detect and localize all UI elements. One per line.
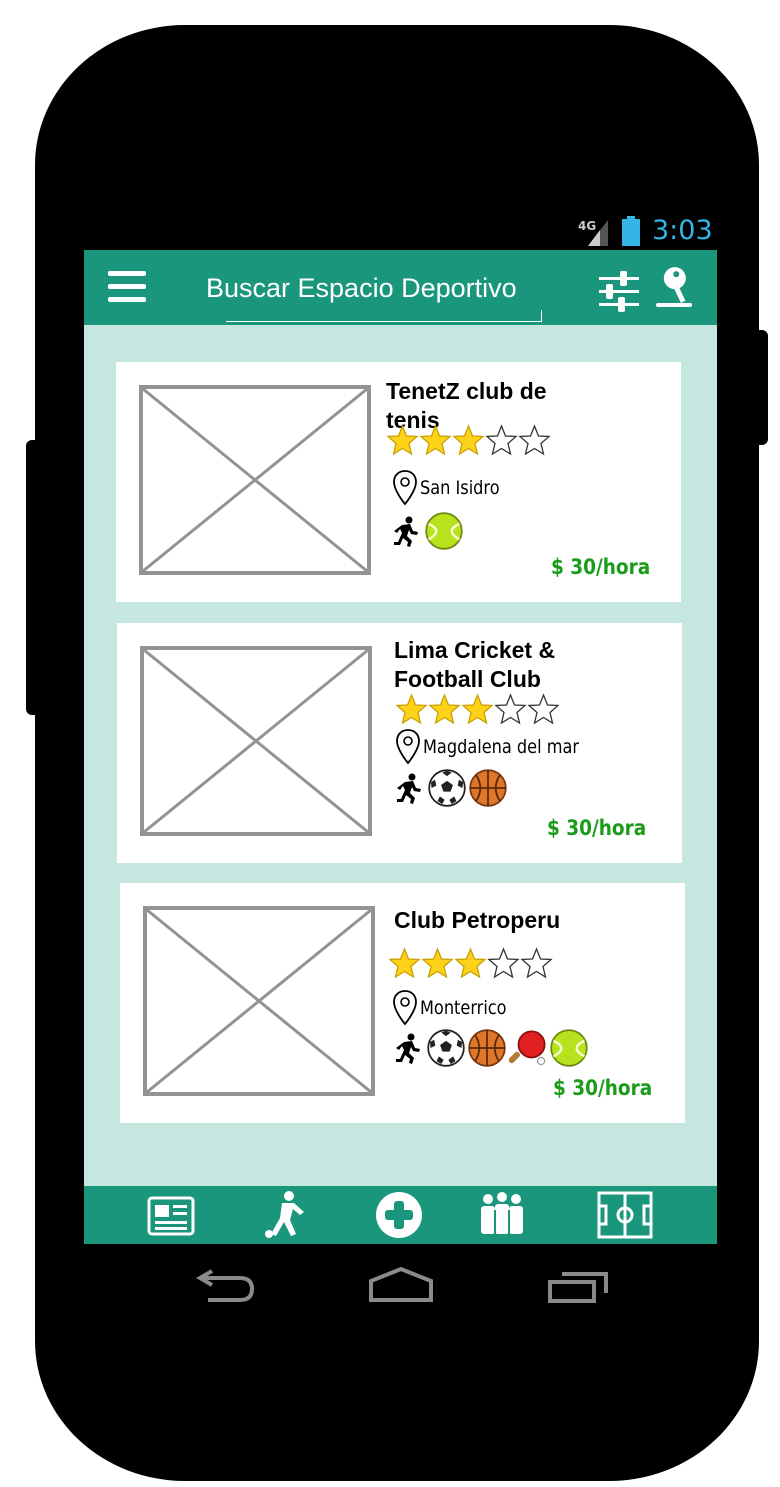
svg-text:4G: 4G [578,219,596,233]
status-time: 3:03 [652,215,713,246]
star-empty-icon [494,693,527,725]
location-pin-icon [393,470,417,506]
venue-image-placeholder [143,906,375,1096]
back-icon[interactable] [196,1269,255,1302]
venue-price: $ 30/hora [551,555,651,579]
venue-card[interactable]: TenetZ club de tenis San Isidro $ 30/hora [116,362,681,602]
basketball-icon [469,769,507,807]
running-icon [397,773,421,804]
location-pin-icon [393,990,417,1026]
location-label: Monterrico [420,997,507,1019]
location-label: Magdalena del mar [423,736,580,758]
venue-card[interactable]: Club Petroperu Monterrico $ 30/hora [120,883,685,1123]
venue-location: Monterrico [392,989,522,1027]
venue-card[interactable]: Lima Cricket & Football Club Magdalena de… [117,623,682,863]
page-title: Buscar Espacio Deportivo [206,273,517,303]
app-screen: Buscar Espacio Deportivo TenetZ club de … [84,250,717,1244]
star-filled-icon [454,947,487,979]
rating-stars [386,424,551,458]
star-filled-icon [421,947,454,979]
system-nav [196,1266,608,1303]
player-icon[interactable] [260,1190,310,1240]
star-filled-icon [388,947,421,979]
home-icon[interactable] [369,1266,433,1302]
team-icon[interactable] [477,1190,527,1240]
field-icon[interactable] [596,1190,654,1240]
sports-list [393,769,507,807]
star-empty-icon [487,947,520,979]
tennis-ball-icon [550,1029,588,1067]
app-bar: Buscar Espacio Deportivo [84,250,717,325]
star-filled-icon [395,693,428,725]
venue-name: Lima Cricket & Football Club [394,637,556,692]
sports-list [390,512,463,550]
running-icon [394,516,418,547]
soccer-ball-icon [427,1029,465,1067]
title-underline [226,310,542,322]
venue-location: San Isidro [392,469,514,507]
basketball-icon [468,1029,506,1067]
venue-location: Magdalena del mar [395,728,607,766]
location-pin-icon [396,729,420,765]
news-icon[interactable] [146,1190,196,1240]
venue-image-placeholder [140,646,372,836]
volume-button [26,440,40,715]
star-filled-icon [428,693,461,725]
venue-price: $ 30/hora [553,1076,653,1100]
star-filled-icon [419,424,452,456]
running-icon [396,1033,420,1064]
star-filled-icon [452,424,485,456]
star-empty-icon [518,424,551,456]
signal-4g-icon: 4G [578,219,608,246]
venue-name: Club Petroperu [394,907,561,933]
star-filled-icon [461,693,494,725]
filter-sliders-icon[interactable] [597,270,641,314]
tennis-ball-icon [425,512,463,550]
location-label: San Isidro [420,477,500,499]
venue-price: $ 30/hora [547,816,647,840]
status-bar: 4G 3:03 [84,210,717,250]
power-button [754,330,768,445]
recents-icon[interactable] [548,1272,608,1303]
battery-icon [622,216,640,246]
map-pin-icon[interactable] [652,266,698,310]
sports-list [392,1029,588,1067]
soccer-ball-icon [428,769,466,807]
add-icon[interactable] [374,1190,424,1240]
star-empty-icon [520,947,553,979]
menu-button[interactable] [108,270,148,304]
star-empty-icon [485,424,518,456]
ping-pong-icon [509,1030,546,1066]
star-empty-icon [527,693,560,725]
rating-stars [395,693,560,727]
rating-stars [388,947,553,981]
bottom-nav [84,1186,717,1244]
venue-image-placeholder [139,385,371,575]
star-filled-icon [386,424,419,456]
